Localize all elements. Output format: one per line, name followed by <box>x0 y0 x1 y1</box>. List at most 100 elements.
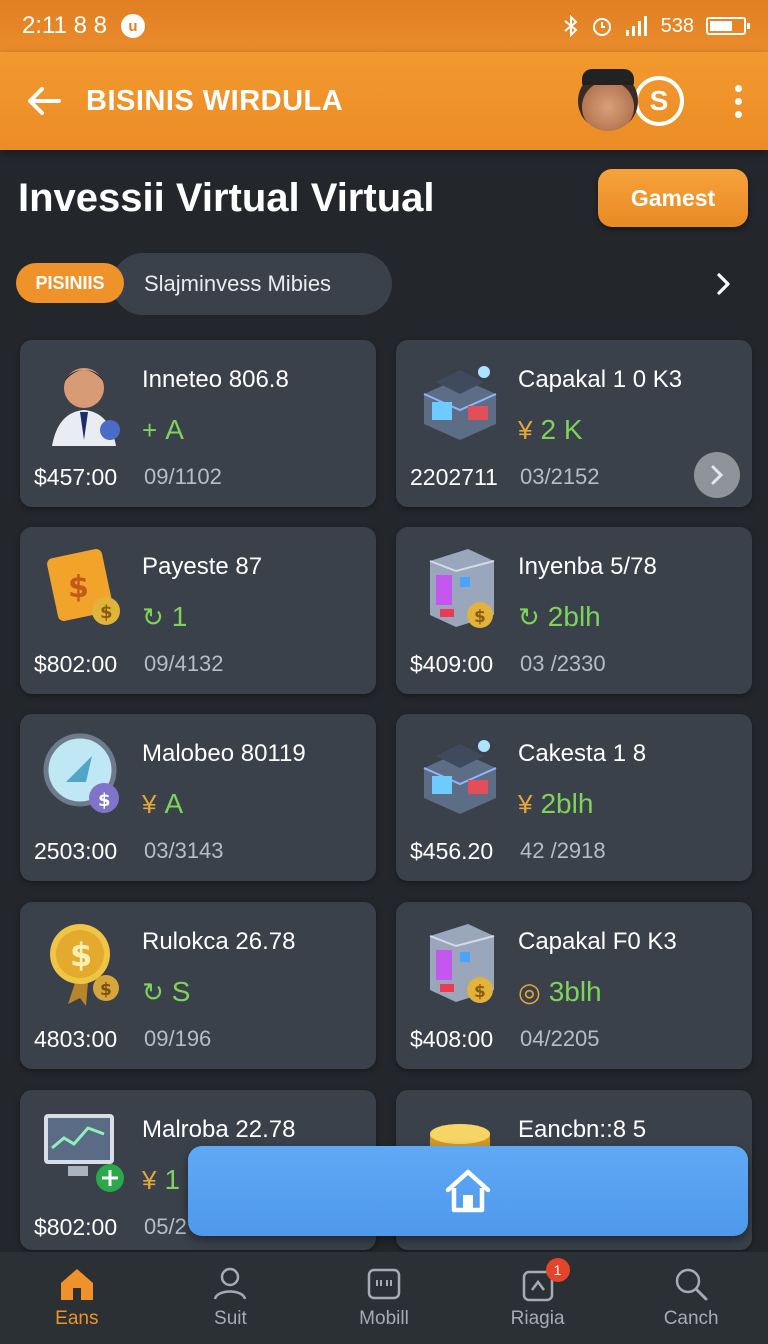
business-card[interactable]: $ Malobeo 80119 ¥ A 2503:00 03/3143 <box>20 714 376 881</box>
stat-value: 2blh <box>547 601 601 632</box>
app-bar: BISINIS WIRDULA S <box>0 52 768 150</box>
filter-tag[interactable]: PISINIIS <box>16 263 124 303</box>
svg-text:$: $ <box>474 607 486 627</box>
card-title: Eancbn::8 5 <box>518 1116 647 1143</box>
store-icon <box>414 354 506 446</box>
card-title: Payeste 87 <box>142 553 263 580</box>
battery-icon <box>706 17 750 35</box>
stat-value: S <box>171 976 191 1007</box>
status-left: 2:11 8 8 u <box>22 12 145 40</box>
card-price: $802:00 <box>34 651 118 677</box>
home-icon <box>60 1269 93 1300</box>
stat-symbol-icon: ↻ <box>142 601 164 632</box>
nav-item-riagia[interactable]: 1 Riagia <box>468 1258 608 1330</box>
stat-symbol-icon: ¥ <box>142 788 157 819</box>
card-stat: ↻ 1 <box>142 601 187 633</box>
card-stat: ↻ S <box>142 976 190 1008</box>
card-icon <box>367 1268 401 1300</box>
businessman-icon <box>38 354 130 446</box>
business-card[interactable]: $ Capakal F0 K3 ◎ 3blh $408:00 04/2205 <box>396 902 752 1069</box>
home-icon <box>445 1169 491 1213</box>
business-card[interactable]: $ Inyenba 5/78 ↻ 2blh $409:00 03 /2330 <box>396 527 752 694</box>
nav-label: Eans <box>55 1308 99 1329</box>
card-price: $802:00 <box>34 1214 118 1240</box>
status-bar: 2:11 8 8 u 538 <box>0 0 768 52</box>
card-title: Rulokca 26.78 <box>142 928 296 955</box>
stat-symbol-icon: ¥ <box>142 1164 157 1195</box>
page-title: Invessii Virtual Virtual <box>18 176 435 220</box>
svg-text:$: $ <box>68 570 89 605</box>
vending-icon: $ <box>414 541 506 633</box>
arrow-left-icon <box>28 87 61 115</box>
card-stat: ¥ A <box>142 788 183 820</box>
notification-count-badge: 1 <box>545 1258 570 1282</box>
filter-pill[interactable]: Slajminvess Mibies <box>112 253 392 315</box>
status-right: 538 <box>563 15 750 38</box>
card-stat: ◎ 3blh <box>518 976 602 1008</box>
card-date: 03/3143 <box>144 838 224 863</box>
business-card[interactable]: Cakesta 1 8 ¥2blh $456.20 42 /2918 <box>396 714 752 881</box>
nav-item-eans[interactable]: Eans <box>7 1266 147 1330</box>
stat-symbol-icon: ↻ <box>142 976 164 1007</box>
stat-value: A <box>165 414 184 445</box>
card-title: Malroba 22.78 <box>142 1116 296 1143</box>
gamest-button[interactable]: Gamest <box>598 169 748 227</box>
app-title: BISINIS WIRDULA <box>86 84 344 117</box>
nav-label: Riagia <box>510 1308 565 1329</box>
coin-button[interactable]: S <box>634 76 684 126</box>
card-date: 03 /2330 <box>520 651 606 676</box>
card-stat: ¥2blh <box>518 788 593 820</box>
filter-next-button[interactable] <box>708 269 738 299</box>
stat-symbol-icon: ◎ <box>518 976 541 1007</box>
card-date: 09/4132 <box>144 651 224 676</box>
signal-icon <box>625 16 647 36</box>
chevron-right-icon <box>711 465 724 485</box>
card-date: 09/1102 <box>144 464 222 489</box>
card-title: Inyenba 5/78 <box>518 553 657 580</box>
card-title: Cakesta 1 8 <box>518 740 647 767</box>
bottom-nav: Eans Suit Mobill 1 Riagia Canch <box>0 1252 768 1344</box>
business-card[interactable]: $ $ Payeste 87 ↻ 1 $802:00 09/4132 <box>20 527 376 694</box>
store-icon <box>414 728 506 820</box>
card-stat: ¥2 K <box>518 414 583 446</box>
more-options-button[interactable] <box>728 84 748 118</box>
card-date: 04/2205 <box>520 1026 600 1051</box>
card-stat: + A <box>142 414 184 446</box>
card-stat: ¥1 <box>142 1164 180 1196</box>
business-card[interactable]: $ $ Rulokca 26.78 ↻ S 4803:00 09/196 <box>20 902 376 1069</box>
card-date: 05/2 <box>144 1214 187 1239</box>
card-date: 09/196 <box>144 1026 212 1051</box>
stat-symbol-icon: ¥ <box>518 788 533 819</box>
business-card[interactable]: Capakal 1 0 K3 ¥2 K 2202711 03/2152 <box>396 340 752 507</box>
cash-icon: $ $ <box>38 541 130 633</box>
filter-row: Slajminvess Mibies PISINIIS <box>16 253 752 315</box>
stat-value: 3blh <box>548 976 602 1007</box>
back-button[interactable] <box>20 77 68 125</box>
home-float-button[interactable] <box>188 1146 748 1236</box>
medal-icon: $ $ <box>38 916 130 1008</box>
business-card[interactable]: Inneteo 806.8 + A $457:00 09/1102 <box>20 340 376 507</box>
chevron-right-icon <box>717 273 730 295</box>
alarm-icon <box>592 18 611 36</box>
stat-value: 1 <box>171 601 188 632</box>
avatar[interactable] <box>578 69 638 131</box>
notification-badge-icon: u <box>120 14 145 38</box>
card-next-button[interactable] <box>694 452 740 498</box>
person-icon <box>214 1267 247 1300</box>
card-price: $408:00 <box>410 1026 494 1052</box>
svg-text:$: $ <box>474 982 486 1002</box>
svg-text:$: $ <box>70 936 92 974</box>
search-icon <box>675 1268 708 1301</box>
more-dot-icon <box>734 84 742 92</box>
stat-symbol-icon: ↻ <box>518 601 540 632</box>
card-price: $456.20 <box>410 838 494 864</box>
card-price: 2202711 <box>410 464 498 490</box>
nav-item-mobill[interactable]: Mobill <box>314 1266 454 1330</box>
nav-label: Canch <box>663 1308 719 1329</box>
card-price: $409:00 <box>410 651 494 677</box>
nav-label: Suit <box>214 1308 247 1329</box>
stat-symbol-icon: ¥ <box>518 414 533 445</box>
nav-item-canch[interactable]: Canch <box>621 1266 761 1330</box>
nav-item-suit[interactable]: Suit <box>160 1266 300 1330</box>
nav-label: Mobill <box>359 1308 409 1329</box>
